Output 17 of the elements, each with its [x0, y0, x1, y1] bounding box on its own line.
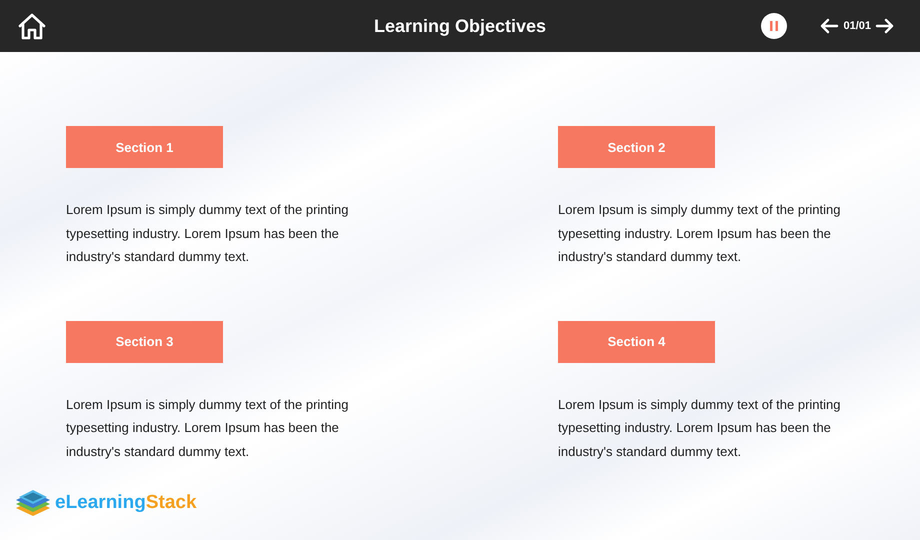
section-button[interactable]: Section 1: [66, 126, 223, 168]
section-button[interactable]: Section 2: [558, 126, 715, 168]
section-description: Lorem Ipsum is simply dummy text of the printing typesetting industry. Lorem Ipsum has been the industry's standard dummy text.: [558, 201, 842, 266]
back-arrow-icon[interactable]: [819, 18, 840, 34]
section-button[interactable]: Section 4: [558, 320, 715, 362]
page-title: Learning Objectives: [374, 16, 546, 36]
section-description: Lorem Ipsum is simply dummy text of the printing typesetting industry. Lorem Ipsum has been the industry's standard dummy text.: [66, 396, 350, 461]
page-counter: 01/01: [843, 20, 871, 32]
pause-button[interactable]: [761, 13, 788, 39]
forward-arrow-icon[interactable]: [875, 18, 895, 34]
section-button[interactable]: Section 3: [66, 320, 223, 362]
brand-name: eLearningStack: [55, 492, 197, 514]
home-icon[interactable]: [17, 12, 47, 40]
section-description: Lorem Ipsum is simply dummy text of the printing typesetting industry. Lorem Ipsum has been the industry's standard dummy text.: [66, 201, 350, 266]
book-stack-icon: [14, 488, 52, 518]
section-description: Lorem Ipsum is simply dummy text of the printing typesetting industry. Lorem Ipsum has been the industry's standard dummy text.: [558, 396, 842, 461]
pause-icon: [769, 20, 780, 32]
